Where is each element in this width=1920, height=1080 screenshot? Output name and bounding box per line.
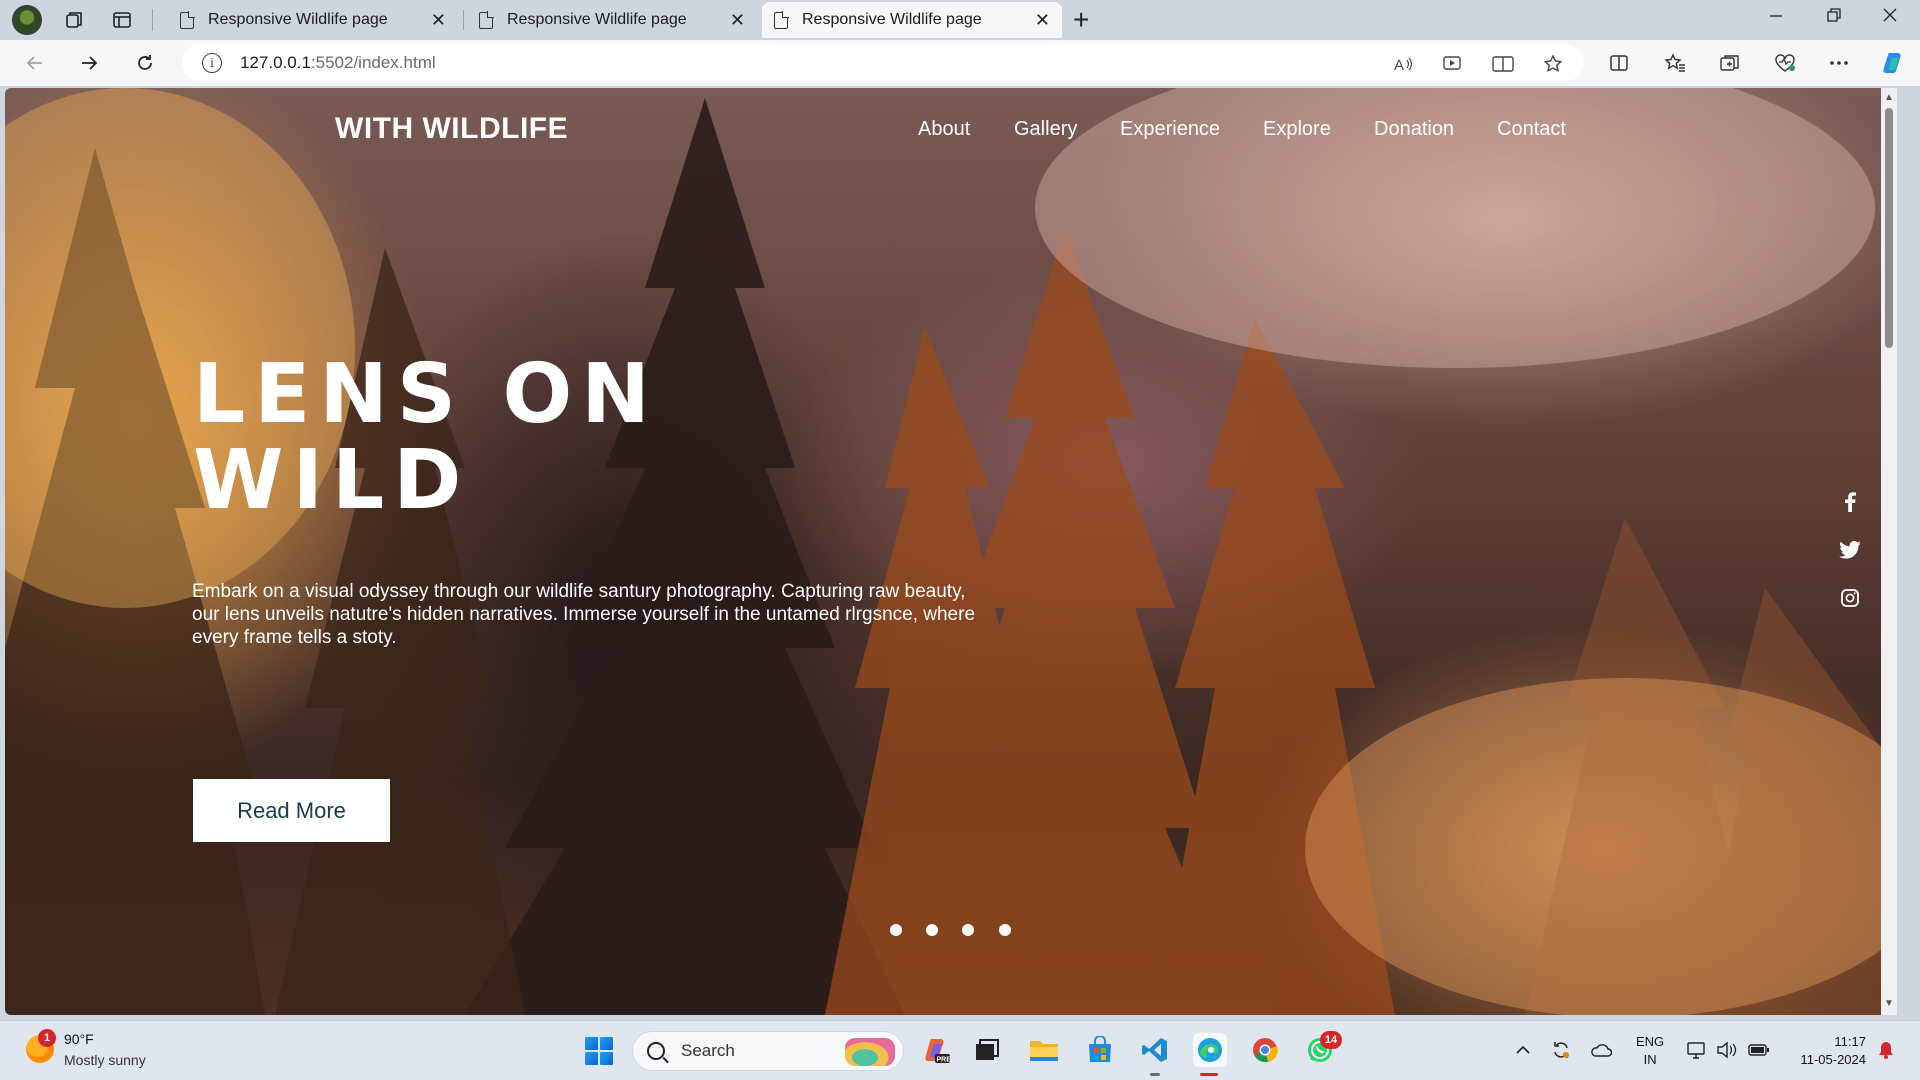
read-more-button[interactable]: Read More (193, 779, 390, 842)
region-code: IN (1643, 1052, 1657, 1067)
profile-avatar[interactable] (12, 5, 42, 35)
tab-title: Responsive Wildlife page (208, 11, 388, 28)
minimize-button[interactable] (1768, 6, 1784, 29)
clock-date: 11-05-2024 (1800, 1052, 1866, 1067)
browser-tab-1[interactable]: Responsive Wildlife page ✕ (168, 2, 458, 38)
onedrive-cloud-icon[interactable] (1590, 1039, 1612, 1061)
nav-experience-link[interactable]: Experience (1120, 118, 1220, 141)
system-clock[interactable]: 11:17 11-05-2024 (1786, 1033, 1866, 1069)
url-text[interactable]: 127.0.0.1:5502/index.html (240, 53, 436, 73)
notification-bell-icon[interactable] (1876, 1039, 1896, 1061)
hero-title-line-1: LENS ON (193, 347, 659, 442)
weather-description[interactable]: Mostly sunny (64, 1052, 146, 1068)
strip-divider (152, 9, 153, 31)
workspaces-icon[interactable] (58, 4, 90, 36)
edge-app-icon[interactable] (1193, 1033, 1227, 1067)
search-highlight-image (845, 1038, 895, 1066)
new-tab-button[interactable]: + (1073, 4, 1089, 36)
refresh-button[interactable] (130, 48, 160, 78)
facebook-icon[interactable] (1839, 491, 1861, 513)
search-icon (647, 1042, 665, 1060)
page-icon (774, 10, 789, 29)
close-tab-icon[interactable]: ✕ (431, 10, 446, 31)
collections-icon[interactable] (1717, 50, 1743, 76)
url-path: :5502/index.html (310, 53, 436, 72)
search-label: Search (681, 1041, 735, 1060)
immersive-reader-icon[interactable] (1492, 53, 1514, 75)
site-info-icon[interactable]: i (202, 53, 222, 73)
media-icon[interactable] (1442, 53, 1464, 75)
favorites-icon[interactable] (1662, 50, 1688, 76)
battery-icon[interactable] (1748, 1039, 1770, 1061)
start-button[interactable] (585, 1037, 613, 1065)
forest-background-image (5, 88, 1881, 1015)
vscode-app-icon[interactable] (1138, 1033, 1172, 1067)
sync-icon[interactable] (1550, 1039, 1572, 1061)
nav-contact-link[interactable]: Contact (1497, 118, 1566, 141)
url-host: 127.0.0.1 (240, 53, 311, 72)
close-tab-icon[interactable]: ✕ (1035, 10, 1050, 31)
tab-title: Responsive Wildlife page (802, 11, 982, 28)
scroll-down-arrow-icon[interactable]: ▼ (1884, 998, 1894, 1009)
browser-tab-3-active[interactable]: Responsive Wildlife page ✕ (762, 2, 1062, 38)
nav-donation-link[interactable]: Donation (1374, 118, 1454, 141)
browser-essentials-icon[interactable] (1772, 50, 1798, 76)
restore-button[interactable] (1826, 6, 1842, 29)
slider-dot-4[interactable] (999, 924, 1011, 936)
instagram-icon[interactable] (1839, 587, 1861, 609)
svg-text:A: A (1394, 57, 1404, 73)
page-icon (180, 10, 195, 29)
split-screen-icon[interactable] (1606, 50, 1632, 76)
scroll-thumb[interactable] (1885, 108, 1893, 348)
tab-divider (463, 10, 464, 30)
whatsapp-notification-badge: 14 (1320, 1031, 1342, 1049)
forward-button[interactable] (74, 48, 104, 78)
language-code: ENG (1636, 1034, 1665, 1049)
slider-dot-2[interactable] (926, 924, 938, 936)
address-bar[interactable]: i 127.0.0.1:5502/index.html A (182, 45, 1584, 81)
copilot-preview-app-icon[interactable]: PRE (919, 1033, 953, 1067)
volume-icon[interactable] (1716, 1039, 1738, 1061)
slider-dot-1[interactable] (890, 924, 902, 936)
show-hidden-icons-chevron-icon[interactable] (1512, 1039, 1534, 1061)
scroll-up-arrow-icon[interactable]: ▲ (1884, 92, 1894, 103)
nav-explore-link[interactable]: Explore (1263, 118, 1331, 141)
close-tab-icon[interactable]: ✕ (730, 10, 745, 31)
nav-gallery-link[interactable]: Gallery (1014, 118, 1077, 141)
vscode-running-indicator (1150, 1073, 1160, 1076)
clock-time: 11:17 (1834, 1034, 1866, 1049)
tab-title: Responsive Wildlife page (507, 11, 687, 28)
browser-tab-2[interactable]: Responsive Wildlife page ✕ (467, 2, 757, 38)
site-logo[interactable]: WITH WILDLIFE (335, 112, 568, 146)
hero-title: LENS ON WILD (193, 352, 659, 524)
browser-toolbar: i 127.0.0.1:5502/index.html A (0, 40, 1920, 86)
favorite-star-icon[interactable] (1542, 53, 1564, 75)
copilot-icon[interactable] (1880, 50, 1906, 76)
page-icon (479, 10, 494, 29)
weather-temperature[interactable]: 90°F (64, 1031, 94, 1047)
hero-title-line-2: WILD (193, 433, 471, 528)
twitter-icon[interactable] (1839, 539, 1861, 561)
slider-dot-3[interactable] (962, 924, 974, 936)
file-explorer-app-icon[interactable] (1027, 1033, 1061, 1067)
page-scrollbar[interactable]: ▲ ▼ (1881, 88, 1897, 1015)
hero-description: Embark on a visual odyssey through our w… (192, 581, 976, 648)
task-view-app-icon[interactable] (970, 1033, 1004, 1067)
svg-text:PRE: PRE (937, 1057, 952, 1064)
more-menu-icon[interactable] (1826, 50, 1852, 76)
edge-active-indicator (1200, 1073, 1218, 1076)
back-button[interactable] (20, 48, 50, 78)
nav-about-link[interactable]: About (918, 118, 970, 141)
weather-badge: 1 (38, 1029, 56, 1047)
network-icon[interactable] (1686, 1039, 1708, 1061)
taskbar-search-box[interactable]: Search (632, 1031, 904, 1071)
tab-actions-icon[interactable] (106, 4, 138, 36)
language-indicator[interactable]: ENG IN (1636, 1033, 1664, 1069)
page-viewport: WITH WILDLIFE About Gallery Experience E… (5, 88, 1897, 1015)
microsoft-store-app-icon[interactable] (1083, 1033, 1117, 1067)
chrome-app-icon[interactable] (1248, 1033, 1282, 1067)
read-aloud-icon[interactable]: A (1392, 53, 1414, 75)
windows-taskbar: 1 90°F Mostly sunny Search PRE 14 ENG IN… (0, 1020, 1920, 1080)
close-window-button[interactable] (1882, 6, 1898, 29)
